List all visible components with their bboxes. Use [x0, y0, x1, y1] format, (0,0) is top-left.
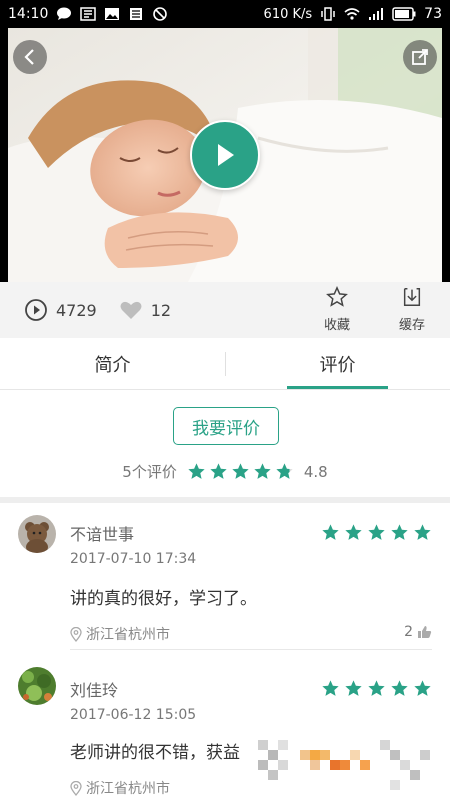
favorite-label: 收藏: [323, 318, 350, 333]
tab-bar: 简介 评价: [0, 338, 450, 390]
star-icon: [414, 524, 431, 540]
avatar[interactable]: [18, 515, 56, 553]
star-icon: [368, 680, 385, 696]
review-content: 讲的真的很好，学习了。: [70, 589, 257, 609]
review-location: 浙江省杭州市: [70, 624, 170, 644]
star-outline-icon: [326, 286, 348, 307]
star-icon: [345, 680, 362, 696]
stats-bar: 4729 12 收藏 缓存: [0, 282, 450, 338]
chat-icon: [57, 7, 72, 20]
star-icon: [188, 463, 205, 479]
review-stars: [321, 679, 432, 698]
document-icon: [130, 8, 143, 20]
review-like-button[interactable]: 2: [404, 624, 432, 640]
star-icon: [210, 463, 227, 479]
pixelated-watermark: [250, 734, 440, 800]
review-date: 2017-06-12 15:05: [70, 707, 197, 723]
review-divider: [70, 649, 432, 650]
play-button[interactable]: [190, 120, 260, 190]
battery-icon: [392, 7, 416, 21]
chevron-left-icon: [24, 49, 34, 65]
favorite-button[interactable]: 收藏: [314, 286, 360, 333]
download-button[interactable]: 缓存: [389, 286, 435, 333]
average-stars: [187, 462, 294, 481]
reviewer-name[interactable]: 不谙世事: [70, 521, 134, 545]
reviewer-name[interactable]: 刘佳玲: [70, 677, 118, 701]
status-time: 14:10: [8, 6, 49, 22]
tab-reviews[interactable]: 评价: [225, 338, 450, 389]
star-icon: [414, 680, 431, 696]
avatar[interactable]: [18, 667, 56, 705]
star-icon: [345, 524, 362, 540]
star-icon: [368, 524, 385, 540]
play-icon: [218, 144, 234, 166]
tab-intro-label: 简介: [94, 354, 131, 376]
section-divider: [0, 497, 450, 503]
review-count: 5个评价: [122, 463, 177, 481]
image-icon: [105, 8, 120, 20]
bear-avatar-icon: [18, 515, 56, 553]
download-icon: [403, 288, 421, 306]
star-icon: [391, 680, 408, 696]
block-icon: [153, 7, 168, 21]
review-location: 浙江省杭州市: [70, 778, 170, 798]
battery-level: 73: [424, 6, 442, 22]
star-icon: [254, 463, 271, 479]
vibrate-icon: [321, 7, 335, 21]
play-circle-icon: [25, 299, 47, 321]
star-icon: [322, 680, 339, 696]
share-button[interactable]: [403, 40, 437, 74]
signal-icon: [369, 8, 384, 20]
review-stars: [321, 523, 432, 542]
plant-avatar-icon: [18, 667, 56, 705]
star-icon: [322, 524, 339, 540]
share-icon: [412, 49, 428, 65]
rating-summary: 我要评价 5个评价 4.8: [0, 391, 450, 497]
review-date: 2017-07-10 17:34: [70, 551, 197, 567]
thumbs-up-icon: [418, 626, 432, 638]
location-pin-icon: [70, 626, 82, 642]
heart-icon: [120, 301, 142, 319]
star-icon: [391, 524, 408, 540]
tab-reviews-label: 评价: [319, 354, 356, 376]
star-icon: [232, 463, 249, 479]
net-speed: 610 K/s: [263, 6, 313, 22]
location-pin-icon: [70, 780, 82, 796]
status-bar: 14:10 610 K/s 73: [0, 0, 450, 28]
play-count-stat: 4729: [24, 298, 97, 322]
location-text: 浙江省杭州市: [86, 781, 170, 797]
rating-summary-line: 5个评价 4.8: [0, 461, 450, 482]
back-button[interactable]: [13, 40, 47, 74]
wifi-icon: [344, 8, 360, 20]
review-content: 老师讲的很不错，获益: [70, 743, 240, 763]
review-like-count: 2: [404, 624, 413, 640]
app-notification-icon: [80, 7, 97, 21]
write-review-button[interactable]: 我要评价: [173, 407, 279, 445]
video-player[interactable]: [0, 28, 450, 282]
average-score: 4.8: [303, 462, 328, 481]
download-label: 缓存: [398, 318, 425, 333]
play-count: 4729: [56, 300, 97, 320]
tab-intro[interactable]: 简介: [0, 338, 225, 389]
location-text: 浙江省杭州市: [86, 627, 170, 643]
star-icon: [276, 463, 293, 479]
like-count: 12: [150, 300, 172, 320]
like-stat[interactable]: 12: [119, 299, 171, 321]
